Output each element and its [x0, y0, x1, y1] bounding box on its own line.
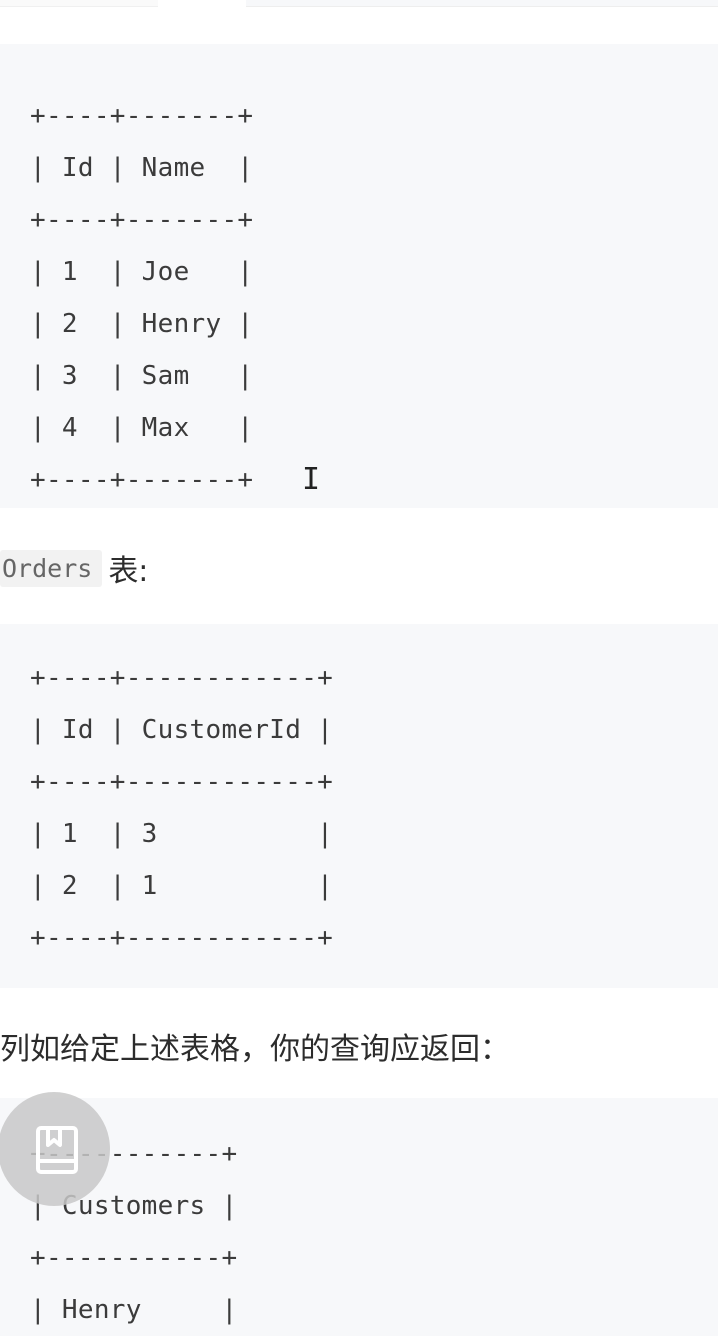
floating-book-button[interactable]: [0, 1092, 110, 1206]
orders-table-caption: Orders 表:: [0, 546, 148, 590]
code-line: +----+------------+: [30, 767, 334, 797]
code-line: | Id | Name |: [30, 153, 254, 183]
code-line: | 3 | Sam |: [30, 361, 254, 391]
orders-code-block: +----+------------+ | Id | CustomerId | …: [0, 624, 718, 988]
code-line: +-----------+: [30, 1243, 238, 1273]
code-line: | Id | CustomerId |: [30, 715, 334, 745]
code-line: | 1 | Joe |: [30, 257, 254, 287]
example-paragraph: 列如给定上述表格，你的查询应返回：: [0, 1032, 510, 1067]
code-line: | 4 | Max |: [30, 413, 254, 443]
code-line: +----+------------+: [30, 663, 334, 693]
code-line: | Henry |: [30, 1295, 238, 1325]
book-icon: [36, 1126, 78, 1174]
code-line: +----+-------+: [30, 205, 254, 235]
code-line: +----+------------+: [30, 923, 334, 953]
code-line: | 2 | Henry |: [30, 309, 254, 339]
page: +----+-------+ | Id | Name | +----+-----…: [0, 0, 718, 1336]
orders-inline-code: Orders: [0, 549, 103, 587]
code-line: | 2 | 1 |: [30, 871, 334, 901]
code-line: +-----------+: [30, 1139, 238, 1169]
orders-caption-suffix: 表:: [108, 554, 149, 589]
code-line: +----+-------+: [30, 465, 254, 495]
code-line: | Customers |: [30, 1191, 238, 1221]
text-cursor-icon: I: [302, 462, 321, 497]
code-line: +----+-------+: [30, 101, 254, 131]
code-line: | 1 | 3 |: [30, 819, 334, 849]
top-bar-edge: [246, 0, 718, 7]
customers-code-block: +----+-------+ | Id | Name | +----+-----…: [0, 44, 718, 508]
top-tab-edge: [0, 0, 158, 7]
